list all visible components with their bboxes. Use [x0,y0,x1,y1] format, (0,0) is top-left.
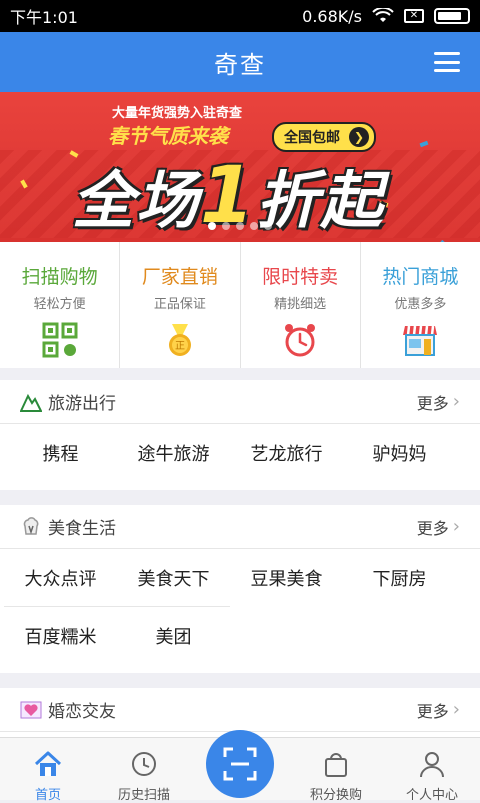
list-item[interactable]: 豆果美食 [230,549,343,607]
carousel-dot[interactable] [250,222,258,230]
feature-title: 扫描购物 [21,266,98,288]
free-shipping-pill: 全国包邮 ❯ [272,122,376,152]
feature-subtitle: 正品保证 [153,297,206,312]
chef-hat-icon [23,516,39,535]
feature-subtitle: 轻松方便 [33,297,86,312]
store-icon [403,325,438,356]
list-item[interactable]: 美团 [117,607,230,665]
section-header[interactable]: 旅游出行 更多 › [0,380,480,424]
medal-icon: 正 [168,324,191,356]
more-link[interactable]: 更多 [417,515,449,539]
tab-label: 历史扫描 [117,788,170,803]
wifi-icon [372,8,394,22]
carousel-dots [0,222,480,230]
chevron-right-icon: › [452,516,460,537]
scan-icon [223,747,257,781]
section-food: 美食生活 更多 › 大众点评 美食天下 豆果美食 下厨房 百度糯米 美团 [0,505,480,673]
feature-flash-sale[interactable]: 限时特卖 精挑细选 [241,242,361,368]
feature-title: 热门商城 [382,266,459,288]
svg-text:正: 正 [175,341,185,352]
tab-label: 首页 [34,788,61,803]
feature-scan-shopping[interactable]: 扫描购物 轻松方便 [0,242,121,368]
banner-tagline: 春节气质来袭 [108,124,228,148]
link-grid: 大众点评 美食天下 豆果美食 下厨房 百度糯米 美团 [0,549,480,665]
user-icon [420,752,444,778]
no-sim-icon: ✕ [404,9,424,23]
tab-profile[interactable]: 个人中心 [384,738,480,803]
carousel-dot[interactable] [236,222,244,230]
list-item[interactable]: 携程 [4,424,117,482]
hamburger-menu-icon[interactable] [434,52,460,72]
home-icon [34,751,62,776]
list-item[interactable]: 百度糯米 [4,607,117,665]
app-bar: 奇查 [0,32,480,92]
list-item[interactable]: 驴妈妈 [343,424,456,482]
list-item[interactable]: 艺龙旅行 [230,424,343,482]
tab-label: 积分换购 [309,788,362,803]
tab-home[interactable]: 首页 [0,738,96,803]
more-link[interactable]: 更多 [417,698,449,722]
feature-hot-mall[interactable]: 热门商城 优惠多多 [361,242,480,368]
status-bar: 下午1:01 0.68K/s ✕ [0,0,480,32]
tab-label: 个人中心 [405,788,458,803]
tab-history[interactable]: 历史扫描 [96,738,192,803]
feature-factory-direct[interactable]: 厂家直销 正品保证 正 [120,242,241,368]
section-header[interactable]: 婚恋交友 更多 › [0,688,480,732]
list-item[interactable]: 美食天下 [117,549,230,607]
tab-points-exchange[interactable]: 积分换购 [288,738,384,803]
feature-title: 限时特卖 [262,266,339,288]
alarm-clock-icon [285,324,316,357]
feature-subtitle: 精挑细选 [274,297,327,312]
history-icon [132,752,156,776]
battery-icon [434,8,470,24]
scan-button[interactable] [206,730,274,798]
carousel-dot[interactable] [264,222,272,230]
more-link[interactable]: 更多 [417,390,449,414]
carousel-dot[interactable] [208,222,216,230]
chevron-right-icon: › [452,699,460,720]
promo-banner[interactable]: 大量年货强势入驻奇查 春节气质来袭 全国包邮 ❯ 全场1折起 [0,92,480,242]
shopping-bag-icon [325,753,347,777]
section-title: 旅游出行 [48,394,116,414]
banner-subtitle: 大量年货强势入驻奇查 [112,106,243,121]
list-item[interactable]: 大众点评 [4,549,117,607]
status-time: 下午1:01 [10,8,78,27]
list-item[interactable]: 途牛旅游 [117,424,230,482]
love-icon [20,701,42,718]
section-travel: 旅游出行 更多 › 携程 途牛旅游 艺龙旅行 驴妈妈 [0,380,480,490]
qr-code-icon [42,322,78,358]
list-item[interactable]: 下厨房 [343,549,456,607]
section-header[interactable]: 美食生活 更多 › [0,505,480,549]
app-title: 奇查 [214,50,266,79]
arrow-right-icon: ❯ [349,127,369,147]
section-title: 婚恋交友 [48,702,116,722]
feature-subtitle: 优惠多多 [394,297,447,312]
network-speed: 0.68K/s [302,6,362,26]
link-grid: 携程 途牛旅游 艺龙旅行 驴妈妈 [0,424,480,482]
feature-row: 扫描购物 轻松方便 厂家直销 正品保证 正 限时特卖 精挑细选 热门商城 优惠多… [0,242,480,368]
mountain-icon [20,393,42,412]
carousel-dot[interactable] [222,222,230,230]
feature-title: 厂家直销 [141,266,218,288]
section-title: 美食生活 [48,519,116,539]
chevron-right-icon: › [452,391,460,412]
